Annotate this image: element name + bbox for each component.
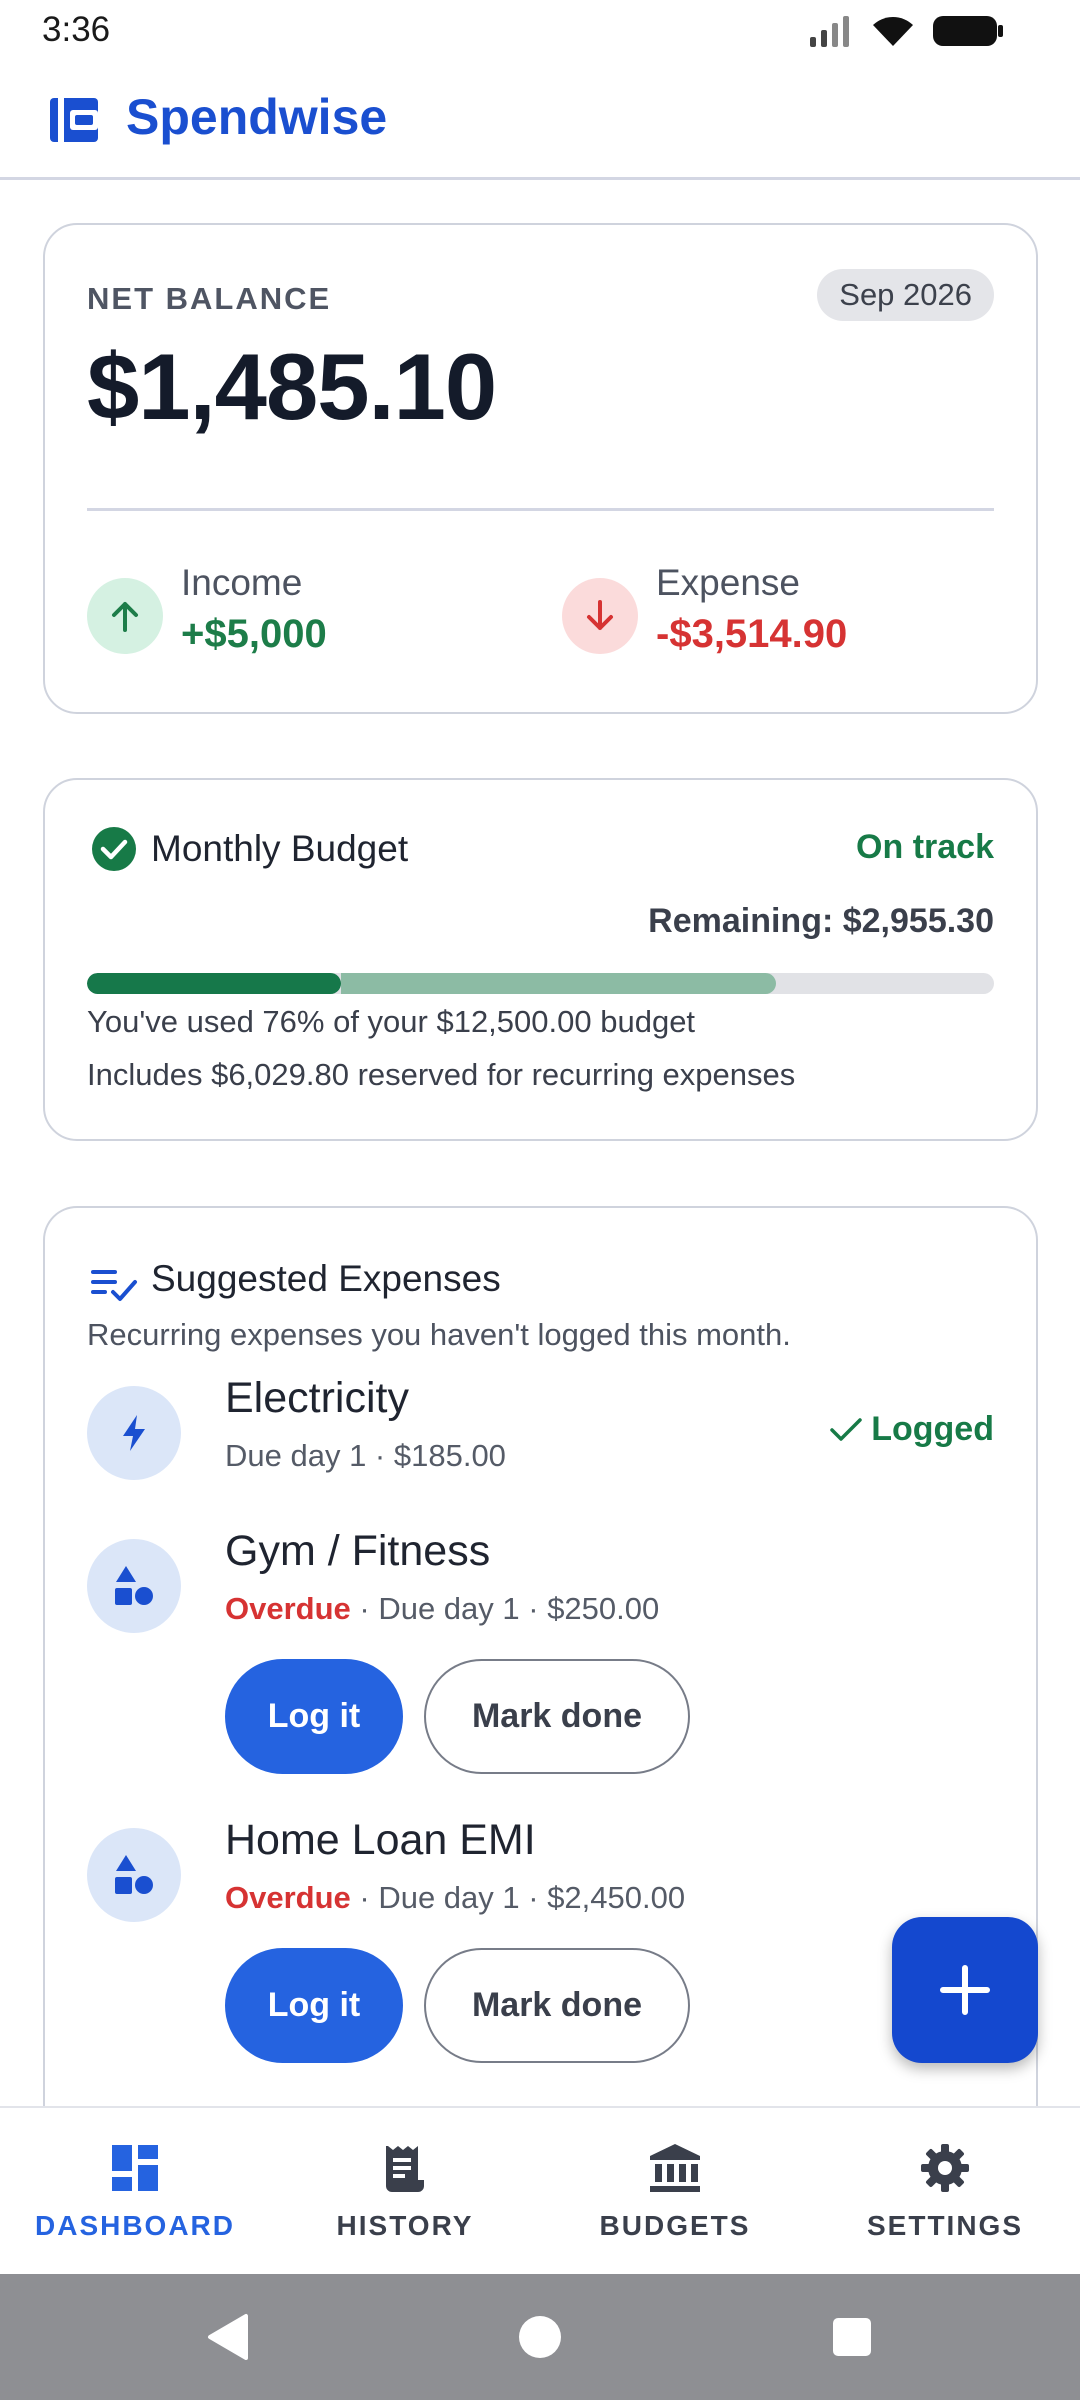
log-it-button[interactable]: Log it: [225, 1659, 403, 1774]
divider: [87, 508, 994, 511]
suggested-title: Suggested Expenses: [151, 1258, 501, 1299]
battery-icon: [933, 16, 1003, 46]
system-navigation-bar: [0, 2274, 1080, 2400]
category-shapes-icon: [115, 1855, 153, 1894]
period-chip[interactable]: Sep 2026: [817, 269, 994, 321]
net-balance-label: NET BALANCE: [87, 281, 332, 316]
net-balance-card: NET BALANCE Sep 2026 $1,485.10 Income +$…: [43, 223, 1038, 714]
budget-status: On track: [856, 828, 994, 866]
category-shapes-icon: [115, 1566, 153, 1605]
check-icon: [830, 1417, 862, 1441]
mark-done-button[interactable]: Mark done: [424, 1948, 690, 2063]
nav-label: DASHBOARD: [35, 2210, 235, 2241]
home-button[interactable]: [510, 2274, 570, 2400]
expense-label: Expense: [656, 562, 800, 603]
income-label: Income: [181, 562, 303, 603]
logged-label: Logged: [871, 1410, 994, 1448]
income-badge: [87, 578, 163, 654]
log-it-button[interactable]: Log it: [225, 1948, 403, 2063]
back-button[interactable]: [196, 2274, 260, 2400]
arrow-down-icon: [587, 600, 613, 630]
item-name: Gym / Fitness: [225, 1527, 491, 1575]
expense-badge: [562, 578, 638, 654]
home-circle-icon: [519, 2316, 561, 2358]
wifi-icon: [873, 17, 913, 46]
item-due-text: · Due day 1 · $2,450.00: [350, 1880, 686, 1915]
bolt-icon: [123, 1415, 145, 1451]
item-name: Electricity: [225, 1374, 409, 1422]
status-bar: 3:36: [0, 0, 1080, 60]
bank-icon: [647, 2140, 703, 2196]
back-triangle-icon: [208, 2314, 248, 2360]
recents-square-icon: [833, 2318, 871, 2356]
income-summary: Income +$5,000: [87, 560, 327, 662]
net-balance-amount: $1,485.10: [87, 334, 497, 439]
nav-label: BUDGETS: [599, 2210, 751, 2241]
overdue-label: Overdue: [225, 1880, 351, 1915]
item-name: Home Loan EMI: [225, 1816, 536, 1864]
item-due-text: · Due day 1 · $250.00: [350, 1591, 660, 1626]
dashboard-icon: [107, 2140, 163, 2196]
budget-title: Monthly Budget: [151, 828, 409, 869]
item-meta: Due day 1 · $185.00: [225, 1438, 506, 1473]
overdue-label: Overdue: [225, 1591, 351, 1626]
app-title: Spendwise: [126, 89, 388, 145]
income-value: +$5,000: [181, 612, 327, 656]
checklist-icon: [91, 1270, 137, 1301]
budget-reserve-text: Includes $6,029.80 reserved for recurrin…: [87, 1057, 796, 1092]
nav-item-settings[interactable]: SETTINGS: [810, 2108, 1080, 2276]
nav-item-budgets[interactable]: BUDGETS: [540, 2108, 810, 2276]
item-meta: Overdue · Due day 1 · $2,450.00: [225, 1880, 685, 1916]
nav-label: HISTORY: [336, 2210, 474, 2241]
status-time: 3:36: [42, 10, 111, 49]
suggested-subtitle: Recurring expenses you haven't logged th…: [87, 1317, 791, 1352]
expense-summary: Expense -$3,514.90: [562, 560, 847, 662]
arrow-up-icon: [112, 602, 138, 632]
item-avatar: [87, 1828, 181, 1922]
bottom-navigation: DASHBOARD HISTORY BUDGETS SETTINGS: [0, 2106, 1080, 2274]
nav-label: SETTINGS: [866, 2210, 1023, 2241]
monthly-budget-card[interactable]: Monthly Budget On track Remaining: $2,95…: [43, 778, 1038, 1141]
nav-item-history[interactable]: HISTORY: [270, 2108, 540, 2276]
budget-progress-bar: [87, 973, 994, 994]
item-avatar: [87, 1539, 181, 1633]
budget-remaining: Remaining: $2,955.30: [648, 902, 994, 940]
suggested-expenses-card: Suggested Expenses Recurring expenses yo…: [43, 1206, 1038, 2136]
gear-icon: [917, 2140, 973, 2196]
budget-used-text: You've used 76% of your $12,500.00 budge…: [87, 1004, 696, 1039]
item-meta: Overdue · Due day 1 · $250.00: [225, 1591, 659, 1627]
budget-reserved-fill: [340, 973, 777, 994]
receipt-icon: [377, 2140, 433, 2196]
recents-button[interactable]: [822, 2274, 882, 2400]
budget-used-fill: [87, 973, 341, 994]
signal-icon: [810, 16, 849, 47]
app-bar: Spendwise: [0, 60, 1080, 180]
status-icons: [808, 14, 1004, 48]
wallet-logo-icon: [50, 98, 98, 142]
add-expense-fab[interactable]: [892, 1917, 1038, 2063]
expense-value: -$3,514.90: [656, 612, 848, 656]
mark-done-button[interactable]: Mark done: [424, 1659, 690, 1774]
check-circle-icon: [92, 827, 136, 871]
item-avatar: [87, 1386, 181, 1480]
plus-icon: [940, 1965, 990, 2015]
logged-status: Logged: [829, 1410, 994, 1449]
nav-item-dashboard[interactable]: DASHBOARD: [0, 2108, 270, 2276]
